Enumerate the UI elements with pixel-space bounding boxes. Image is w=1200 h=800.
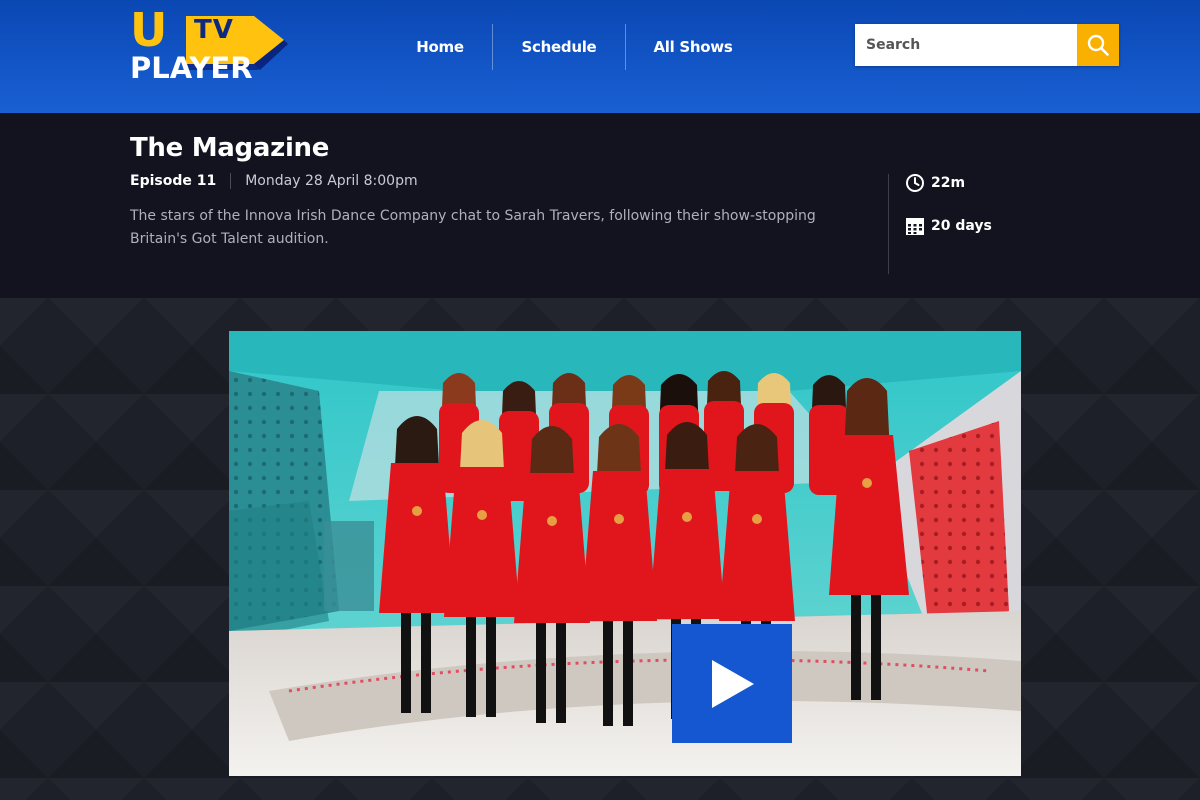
- play-button[interactable]: [672, 624, 792, 743]
- meta-divider: [230, 173, 232, 189]
- dancers-image: [229, 331, 1021, 776]
- search-input[interactable]: [855, 24, 1077, 66]
- clock-icon: [905, 173, 925, 193]
- search-box: [855, 24, 1119, 66]
- logo-letter-u: U: [130, 3, 167, 57]
- site-header: U TV PLAYER Home Schedule All Shows: [0, 0, 1200, 113]
- availability-stat: 20 days: [905, 216, 992, 236]
- search-icon: [1087, 34, 1109, 56]
- player-stage: [0, 298, 1200, 800]
- programme-title: The Magazine: [130, 133, 330, 163]
- episode-number: Episode 11: [130, 173, 217, 189]
- duration-stat: 22m: [905, 173, 965, 193]
- air-date: Monday 28 April 8:00pm: [245, 173, 418, 189]
- info-divider: [888, 174, 889, 274]
- programme-meta: Episode 11 Monday 28 April 8:00pm: [130, 173, 418, 189]
- duration-value: 22m: [931, 175, 966, 191]
- search-button[interactable]: [1077, 24, 1119, 66]
- nav-home[interactable]: Home: [388, 24, 492, 70]
- calendar-icon: [905, 216, 925, 236]
- nav-all-shows[interactable]: All Shows: [626, 24, 760, 70]
- play-icon: [712, 659, 754, 708]
- video-thumbnail[interactable]: [229, 331, 1021, 776]
- logo-player-text: PLAYER: [130, 51, 253, 85]
- programme-info-panel: The Magazine Episode 11 Monday 28 April …: [0, 113, 1200, 298]
- utv-player-logo[interactable]: U TV PLAYER: [130, 3, 305, 87]
- availability-value: 20 days: [931, 218, 992, 234]
- nav-schedule[interactable]: Schedule: [493, 24, 625, 70]
- programme-description: The stars of the Innova Irish Dance Comp…: [130, 208, 816, 247]
- logo-tv-text: TV: [194, 15, 234, 45]
- main-nav: Home Schedule All Shows: [388, 24, 760, 70]
